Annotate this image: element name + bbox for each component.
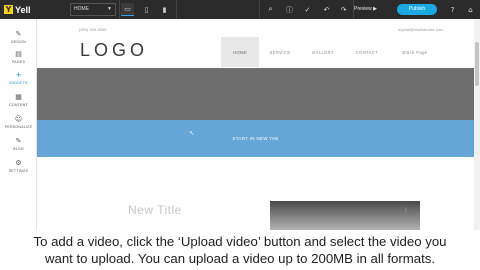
top-toolbar: Y Yell HOME ▼ ▭ ▯ ▮ ⌕ ⓘ ✓ ↶ ↷ Preview ▶ … xyxy=(0,0,480,19)
sidebar-item-personalize[interactable]: ☺ PERSONALIZE xyxy=(0,115,37,137)
chevron-down-icon: ▼ xyxy=(107,6,112,12)
pages-icon: ▤ xyxy=(15,50,22,58)
scrollbar-thumb[interactable] xyxy=(475,42,479,86)
toolbar-divider xyxy=(119,0,120,19)
nav-gallery[interactable]: GALLERY xyxy=(303,37,343,67)
brand-mark-icon: Y xyxy=(4,5,13,14)
hero-banner-text[interactable]: START IN NEW TAB xyxy=(37,136,474,141)
publish-button[interactable]: Publish xyxy=(397,4,437,15)
mouse-cursor-icon: ↖ xyxy=(189,130,195,137)
nav-home[interactable]: HOME xyxy=(221,37,259,67)
site-email[interactable]: mymail@mailservice.com xyxy=(398,27,443,32)
toolbar-divider xyxy=(176,0,177,19)
personalize-icon: ☺ xyxy=(14,115,23,123)
home-icon[interactable]: ⌂ xyxy=(464,3,477,16)
settings-icon: ⚙ xyxy=(15,159,22,167)
video-widget[interactable] xyxy=(270,201,420,233)
search-icon[interactable]: ⌕ xyxy=(264,3,277,16)
sidebar-item-label: BLOG xyxy=(13,147,24,151)
info-icon[interactable]: ⓘ xyxy=(283,3,296,16)
desktop-icon[interactable]: ▭ xyxy=(121,3,134,16)
brand-logo[interactable]: Y Yell xyxy=(0,0,38,19)
caption-line-1: To add a video, click the ‘Upload video’… xyxy=(33,234,447,249)
sidebar-item-label: SETTINGS xyxy=(8,169,29,173)
design-icon: ✎ xyxy=(15,30,22,38)
toolbar-divider xyxy=(259,0,260,19)
help-icon[interactable]: ? xyxy=(446,3,459,16)
site-phone[interactable]: (555) 555-5555 xyxy=(79,27,106,32)
check-icon[interactable]: ✓ xyxy=(301,3,314,16)
sidebar-item-widgets[interactable]: + WIDGETS xyxy=(0,71,37,93)
undo-icon[interactable]: ↶ xyxy=(320,3,333,16)
plus-icon: + xyxy=(15,71,22,79)
mobile-icon[interactable]: ▮ xyxy=(158,3,171,16)
caption-line-2: want to upload. You can upload a video u… xyxy=(44,251,436,266)
sidebar-item-content[interactable]: ▦ CONTENT xyxy=(0,93,37,115)
more-vertical-icon[interactable]: ⋮ xyxy=(403,207,409,214)
section-title[interactable]: New Title xyxy=(128,203,182,217)
sidebar-item-blog[interactable]: ✎ BLOG xyxy=(0,137,37,159)
sidebar-item-label: PAGES xyxy=(11,60,26,64)
site-logo[interactable]: LOGO xyxy=(80,40,148,61)
sidebar-item-design[interactable]: ✎ DESIGN xyxy=(0,30,37,52)
blog-icon: ✎ xyxy=(15,137,22,145)
sidebar-item-settings[interactable]: ⚙ SETTINGS xyxy=(0,159,37,181)
sidebar-item-label: CONTENT xyxy=(9,103,28,107)
nav-service[interactable]: SERVICE xyxy=(261,37,299,67)
editor-window: Y Yell HOME ▼ ▭ ▯ ▮ ⌕ ⓘ ✓ ↶ ↷ Preview ▶ … xyxy=(0,0,480,270)
page-select-value: HOME xyxy=(74,6,89,12)
sidebar-item-label: DESIGN xyxy=(11,40,26,44)
tutorial-caption: To add a video, click the ‘Upload video’… xyxy=(0,230,480,270)
brand-name: Yell xyxy=(15,4,31,15)
nav-contact[interactable]: CONTACT xyxy=(347,37,387,67)
page-select[interactable]: HOME ▼ xyxy=(70,3,116,16)
sidebar-item-pages[interactable]: ▤ PAGES xyxy=(0,50,37,72)
redo-icon[interactable]: ↷ xyxy=(337,3,350,16)
sidebar-item-label: WIDGETS xyxy=(9,81,28,85)
content-icon: ▦ xyxy=(15,93,22,101)
tablet-icon[interactable]: ▯ xyxy=(140,3,153,16)
nav-block-page[interactable]: Block Page xyxy=(393,37,437,67)
preview-button[interactable]: Preview ▶ xyxy=(354,4,377,15)
hero-image-strip[interactable] xyxy=(37,68,474,120)
sidebar-item-label: PERSONALIZE xyxy=(4,125,33,129)
